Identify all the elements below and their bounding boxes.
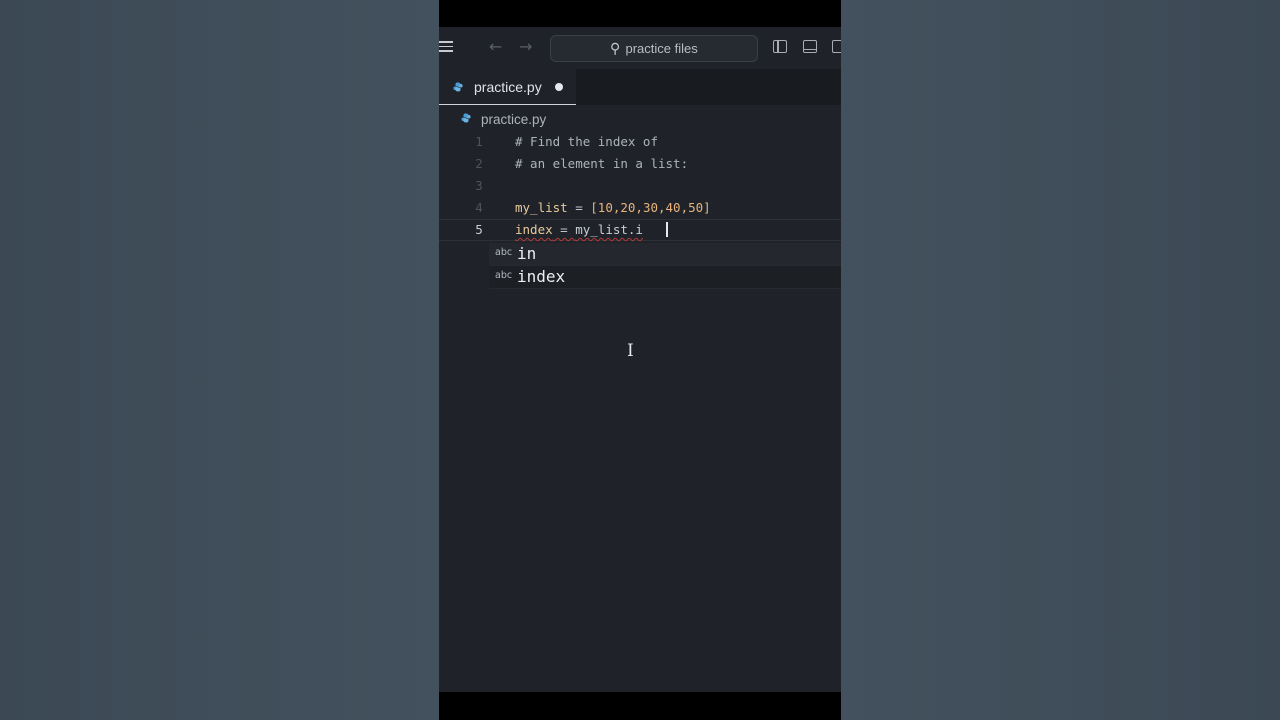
python-file-icon	[461, 113, 471, 123]
code-line[interactable]: 4 my_list = [10,20,30,40,50]	[439, 197, 841, 219]
assignment-operator: =	[567, 200, 591, 215]
variable-name: my_list	[515, 200, 568, 215]
text-cursor	[666, 222, 668, 237]
line-number: 1	[475, 134, 483, 149]
line-number: 4	[475, 200, 483, 215]
word-completion-icon: abc	[495, 270, 513, 281]
line-number: 3	[475, 178, 483, 193]
code-comment: # Find the index of	[515, 134, 658, 149]
assignment-operator: =	[552, 222, 576, 237]
mouse-ibeam-cursor-icon: I	[627, 341, 634, 361]
command-center-search[interactable]: ⚲ practice files	[550, 35, 758, 62]
autocomplete-suggestions: abc in abc index	[489, 243, 841, 289]
editor-window: ← → ⚲ practice files practice.py practic…	[439, 27, 841, 692]
variable-name: index	[515, 222, 553, 237]
code-editor[interactable]: 1 # Find the index of 2 # an element in …	[439, 131, 841, 691]
line-number: 5	[475, 222, 483, 237]
code-line[interactable]: 3	[439, 175, 841, 197]
attribute-access: my_list.i	[575, 222, 643, 237]
suggestion-item[interactable]: abc in	[489, 243, 841, 266]
code-statement: index = my_list.i	[515, 220, 643, 240]
toggle-secondary-sidebar-icon[interactable]	[832, 40, 841, 53]
phone-frame: ← → ⚲ practice files practice.py practic…	[439, 0, 841, 720]
list-literal: [10,20,30,40,50]	[590, 200, 711, 215]
menu-icon[interactable]	[439, 41, 453, 53]
tab-label: practice.py	[474, 79, 542, 95]
line-number: 2	[475, 156, 483, 171]
suggestion-label: index	[517, 267, 566, 286]
forward-arrow-icon[interactable]: →	[519, 37, 532, 56]
title-bar: ← → ⚲ practice files	[439, 27, 841, 69]
search-label: practice files	[625, 41, 698, 56]
unsaved-changes-dot[interactable]	[555, 83, 563, 91]
back-arrow-icon[interactable]: ←	[489, 37, 502, 56]
breadcrumb-file[interactable]: practice.py	[481, 112, 546, 127]
toggle-primary-sidebar-icon[interactable]	[773, 40, 787, 53]
background-left	[0, 0, 439, 720]
tab-bar: practice.py	[439, 69, 841, 105]
breadcrumb: practice.py	[439, 107, 841, 131]
word-completion-icon: abc	[495, 247, 513, 258]
background-right	[841, 0, 1280, 720]
active-code-line[interactable]: 5 index = my_list.i	[439, 219, 841, 241]
suggestion-item[interactable]: abc index	[489, 266, 841, 289]
search-icon: ⚲	[610, 40, 621, 57]
tab-practice-py[interactable]: practice.py	[439, 69, 576, 105]
code-line[interactable]: 2 # an element in a list:	[439, 153, 841, 175]
code-statement: my_list = [10,20,30,40,50]	[515, 197, 711, 219]
python-file-icon	[453, 82, 463, 92]
code-comment: # an element in a list:	[515, 156, 689, 171]
suggestion-label: in	[517, 244, 537, 263]
code-line[interactable]: 1 # Find the index of	[439, 131, 841, 153]
toggle-panel-icon[interactable]	[803, 40, 817, 53]
